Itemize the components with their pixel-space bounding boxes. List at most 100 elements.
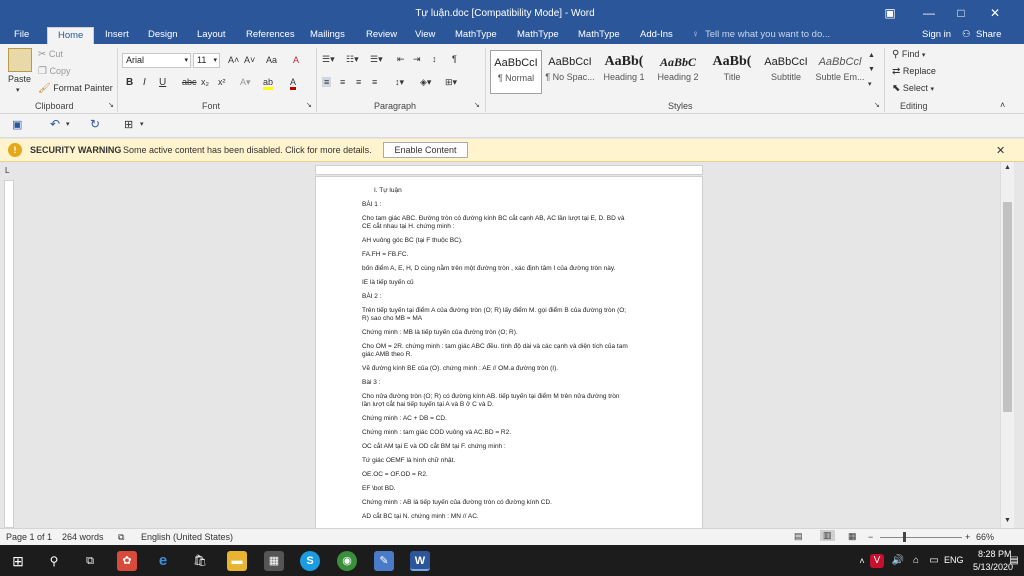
subscript-button[interactable]: x₂ <box>201 77 209 87</box>
shrink-font-button[interactable]: A˅ <box>244 55 255 65</box>
network-icon[interactable]: ⌂ <box>906 551 926 571</box>
notifications-icon[interactable]: ▤ <box>1004 551 1024 571</box>
vertical-scrollbar[interactable]: ▲ ▼ <box>1000 162 1014 528</box>
font-name-combo[interactable]: Arial ▾ <box>122 53 191 68</box>
enable-content-button[interactable]: Enable Content <box>383 142 468 158</box>
word-icon[interactable]: W <box>410 551 430 571</box>
paragraph-launcher-icon[interactable]: ↘ <box>474 101 480 109</box>
edge-icon[interactable]: e <box>153 551 173 571</box>
shading-icon[interactable]: ◈▾ <box>420 77 431 88</box>
tab-home[interactable]: Home <box>47 27 95 44</box>
style-no-spacing[interactable]: AaBbCcI ¶ No Spac... <box>544 50 596 94</box>
find-button[interactable]: ⚲ Find ▾ <box>892 49 925 60</box>
zoom-out-icon[interactable]: − <box>868 532 873 542</box>
clipboard-launcher-icon[interactable]: ↘ <box>108 101 114 109</box>
tab-insert[interactable]: Insert <box>103 29 131 40</box>
web-layout-icon[interactable]: ▦ <box>848 531 857 542</box>
style-normal[interactable]: AaBbCcI ¶ Normal <box>490 50 542 94</box>
paste-button[interactable]: Paste <box>8 74 31 84</box>
task-view-icon[interactable]: ⧉ <box>80 551 100 571</box>
style-heading-1[interactable]: AaBb(Heading 1 <box>598 50 650 94</box>
underline-button[interactable]: U <box>159 77 166 88</box>
zoom-level[interactable]: 66% <box>976 532 994 542</box>
paste-icon[interactable] <box>8 48 32 72</box>
cut-button[interactable]: ✂ Cut <box>38 49 63 60</box>
redo-icon[interactable]: ↻ <box>90 117 100 131</box>
tab-add-ins[interactable]: Add-Ins <box>638 29 675 40</box>
ribbon-display-options-icon[interactable]: ▣ <box>879 3 901 23</box>
collapse-ribbon-icon[interactable]: ˄ <box>1000 100 1005 110</box>
document-page[interactable]: I. Tự luận BÀI 1 : Cho tam giác ABC. Đườ… <box>315 176 703 528</box>
style-title[interactable]: AaBb(Title <box>706 50 758 94</box>
input-language[interactable]: ENG <box>944 555 964 565</box>
replace-button[interactable]: ⇄ Replace <box>892 66 936 77</box>
scroll-up-icon[interactable]: ▲ <box>1004 164 1011 171</box>
tab-design[interactable]: Design <box>146 29 180 40</box>
decrease-indent-icon[interactable]: ⇤ <box>397 54 405 65</box>
paste-dropdown-icon[interactable]: ▾ <box>16 86 20 94</box>
align-center-icon[interactable]: ≡ <box>340 77 345 87</box>
line-spacing-icon[interactable]: ↕▾ <box>395 77 404 88</box>
styles-scroll-up-icon[interactable]: ▲ <box>868 52 875 59</box>
tell-me-input[interactable]: Tell me what you want to do... <box>703 29 832 40</box>
text-effects-button[interactable]: A▾ <box>240 77 251 88</box>
zoom-slider[interactable] <box>880 537 962 538</box>
scroll-thumb[interactable] <box>1003 202 1012 412</box>
copy-button[interactable]: ❐ Copy <box>38 66 71 77</box>
windows-start-icon[interactable]: ⊞ <box>8 551 28 571</box>
style-subtitle[interactable]: AaBbCcI Subtitle <box>760 50 812 94</box>
tab-mathtype-1[interactable]: MathType <box>453 29 499 40</box>
tab-review[interactable]: Review <box>364 29 399 40</box>
tab-mathtype-2[interactable]: MathType <box>515 29 561 40</box>
vertical-ruler[interactable] <box>4 180 14 528</box>
format-painter-button[interactable]: 🖌 Format Painter <box>38 83 113 94</box>
select-button[interactable]: ⬉ Select ▾ <box>892 83 934 94</box>
font-color-button[interactable]: A <box>290 77 297 90</box>
multilevel-list-icon[interactable]: ☰▾ <box>370 54 383 65</box>
keyboard-icon[interactable]: ▭ <box>924 551 944 571</box>
undo-icon[interactable]: ↶ <box>50 117 60 131</box>
skype-icon[interactable]: S <box>300 551 320 571</box>
maximize-button[interactable]: □ <box>950 3 972 23</box>
file-explorer-icon[interactable]: ▬ <box>227 551 247 571</box>
numbering-icon[interactable]: ☷▾ <box>346 54 359 65</box>
clear-formatting-button[interactable]: A <box>293 55 299 65</box>
show-marks-icon[interactable]: ¶ <box>452 54 457 64</box>
align-left-icon[interactable]: ≡ <box>322 77 332 87</box>
read-mode-icon[interactable]: ▤ <box>794 531 803 542</box>
customize-qat-icon[interactable]: ▾ <box>140 120 144 128</box>
bullets-icon[interactable]: ☰▾ <box>322 54 335 65</box>
font-launcher-icon[interactable]: ↘ <box>306 101 312 109</box>
styles-more-icon[interactable]: ▾ <box>868 80 872 88</box>
superscript-button[interactable]: x² <box>218 77 226 87</box>
speaker-icon[interactable]: 🔊 <box>888 551 908 571</box>
tab-view[interactable]: View <box>413 29 437 40</box>
search-icon[interactable]: ⚲ <box>44 551 64 571</box>
zoom-in-icon[interactable]: + <box>965 532 970 542</box>
store-icon[interactable]: 🛍 <box>190 551 210 571</box>
security-warning-message[interactable]: Some active content has been disabled. C… <box>123 145 372 155</box>
table-icon[interactable]: ⊞ <box>124 118 133 131</box>
font-size-combo[interactable]: 11 ▾ <box>193 53 220 68</box>
style-subtle-emphasis[interactable]: AaBbCcl Subtle Em... <box>814 50 866 94</box>
close-icon[interactable]: ✕ <box>996 144 1005 157</box>
tab-mathtype-3[interactable]: MathType <box>576 29 622 40</box>
grow-font-button[interactable]: A˄ <box>228 55 239 65</box>
style-heading-2[interactable]: AaBbC Heading 2 <box>652 50 704 94</box>
strikethrough-button[interactable]: abc <box>182 77 197 87</box>
show-hidden-icons[interactable]: ˄ <box>852 551 872 571</box>
sort-icon[interactable]: ↕ <box>432 54 437 64</box>
tab-selector-icon[interactable]: L <box>5 166 9 175</box>
tab-mailings[interactable]: Mailings <box>308 29 347 40</box>
proofing-icon[interactable]: ⧉ <box>118 532 124 543</box>
borders-icon[interactable]: ⊞▾ <box>445 77 457 88</box>
styles-launcher-icon[interactable]: ↘ <box>874 101 880 109</box>
highlight-button[interactable]: ab <box>263 77 274 90</box>
minimize-button[interactable]: — <box>918 3 940 23</box>
share-button[interactable]: Share <box>974 29 1003 40</box>
horizontal-ruler[interactable] <box>315 165 703 175</box>
undo-dropdown-icon[interactable]: ▾ <box>66 120 70 128</box>
justify-icon[interactable]: ≡ <box>372 77 377 87</box>
styles-scroll-down-icon[interactable]: ▼ <box>868 66 875 73</box>
tab-layout[interactable]: Layout <box>195 29 228 40</box>
